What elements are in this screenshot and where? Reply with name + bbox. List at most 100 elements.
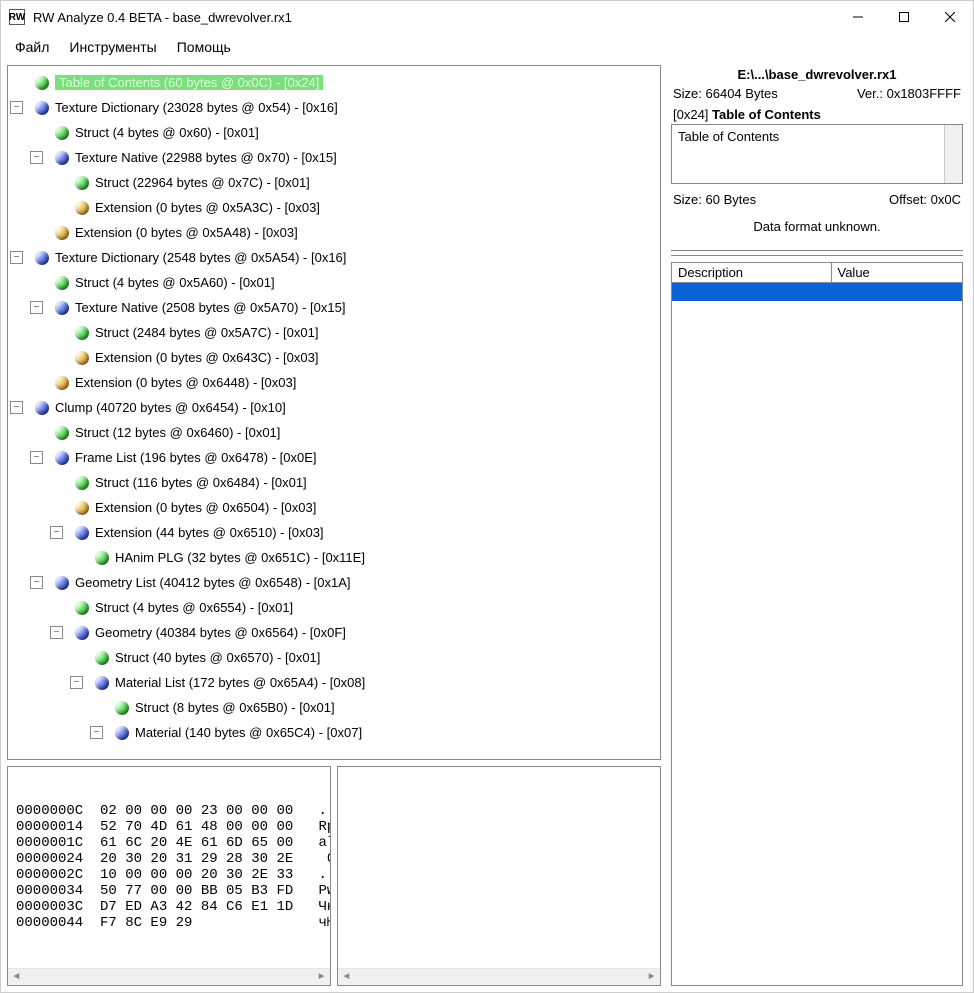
col-description[interactable]: Description [672,263,832,282]
table-header: Description Value [672,263,962,283]
tree-row[interactable]: Struct (8 bytes @ 0x65B0) - [0x01] [10,695,658,720]
collapse-icon[interactable]: − [30,301,43,314]
tree-expander-blank [30,126,43,139]
tree-row[interactable]: Struct (4 bytes @ 0x60) - [0x01] [10,120,658,145]
properties-table[interactable]: Description Value [671,262,963,986]
node-icon-blue [35,251,49,265]
node-label: HAnim PLG (32 bytes @ 0x651C) - [0x11E] [115,550,365,565]
node-label: Extension (44 bytes @ 0x6510) - [0x03] [95,525,324,540]
node-icon-blue [35,101,49,115]
collapse-icon[interactable]: − [10,101,23,114]
tree-row[interactable]: Extension (0 bytes @ 0x6504) - [0x03] [10,495,658,520]
node-icon-green [115,701,129,715]
section-size: Size: 60 Bytes [673,192,756,207]
tree-row[interactable]: Struct (2484 bytes @ 0x5A7C) - [0x01] [10,320,658,345]
node-label: Extension (0 bytes @ 0x6448) - [0x03] [75,375,296,390]
node-icon-blue [55,151,69,165]
tree-expander-blank [50,476,63,489]
tree-row[interactable]: Struct (4 bytes @ 0x6554) - [0x01] [10,595,658,620]
section-name-box[interactable]: Table of Contents [671,124,963,184]
tree-expander-blank [50,326,63,339]
hex-view-secondary[interactable]: ◄ ► [337,766,661,986]
file-version: Ver.: 0x1803FFFF [857,86,961,101]
scroll-left-icon[interactable]: ◄ [8,969,25,986]
scroll-left-icon[interactable]: ◄ [338,969,355,986]
node-icon-green [55,276,69,290]
file-size: Size: 66404 Bytes [673,86,778,101]
tree-row[interactable]: − Extension (44 bytes @ 0x6510) - [0x03] [10,520,658,545]
tree-expander-blank [70,551,83,564]
close-button[interactable] [927,1,973,33]
node-label: Struct (40 bytes @ 0x6570) - [0x01] [115,650,320,665]
menu-tools[interactable]: Инструменты [69,39,156,55]
collapse-icon[interactable]: − [90,726,103,739]
node-icon-gold [55,226,69,240]
menubar: Файл Инструменты Помощь [1,33,973,65]
tree-row[interactable]: −Clump (40720 bytes @ 0x6454) - [0x10] [10,395,658,420]
hex-scrollbar[interactable]: ◄ ► [8,968,330,985]
node-icon-blue [55,451,69,465]
collapse-icon[interactable]: − [10,401,23,414]
tree-row[interactable]: − Geometry (40384 bytes @ 0x6564) - [0x0F… [10,620,658,645]
tree-expander-blank [90,701,103,714]
scroll-right-icon[interactable]: ► [313,969,330,986]
collapse-icon[interactable]: − [30,451,43,464]
collapse-icon[interactable]: − [30,576,43,589]
collapse-icon[interactable]: − [30,151,43,164]
node-label: Struct (22964 bytes @ 0x7C) - [0x01] [95,175,310,190]
node-label: Texture Dictionary (2548 bytes @ 0x5A54)… [55,250,346,265]
tree-expander-blank [70,651,83,664]
details-panel: E:\...\base_dwrevolver.rx1 Size: 66404 B… [667,65,967,986]
collapse-icon[interactable]: − [50,626,63,639]
tree-row[interactable]: Extension (0 bytes @ 0x643C) - [0x03] [10,345,658,370]
node-icon-green [35,76,49,90]
hex-scrollbar-2[interactable]: ◄ ► [338,968,660,985]
node-label: Extension (0 bytes @ 0x5A3C) - [0x03] [95,200,320,215]
tree-row[interactable]: Struct (12 bytes @ 0x6460) - [0x01] [10,420,658,445]
tree-row[interactable]: Struct (22964 bytes @ 0x7C) - [0x01] [10,170,658,195]
tree-row[interactable]: Extension (0 bytes @ 0x5A3C) - [0x03] [10,195,658,220]
window-title: RW Analyze 0.4 BETA - base_dwrevolver.rx… [33,10,835,25]
tree-row[interactable]: −Material List (172 bytes @ 0x65A4) - [0… [10,670,658,695]
tree-row[interactable]: Struct (40 bytes @ 0x6570) - [0x01] [10,645,658,670]
node-label: Extension (0 bytes @ 0x6504) - [0x03] [95,500,316,515]
tree-expander-blank [30,226,43,239]
node-icon-green [55,426,69,440]
node-icon-green [75,326,89,340]
tree-row[interactable]: HAnim PLG (32 bytes @ 0x651C) - [0x11E] [10,545,658,570]
maximize-button[interactable] [881,1,927,33]
tree-view[interactable]: Table of Contents (60 bytes @ 0x0C) - [0… [8,66,660,759]
tree-row[interactable]: Struct (4 bytes @ 0x5A60) - [0x01] [10,270,658,295]
menu-file[interactable]: Файл [15,39,49,55]
node-icon-gold [75,201,89,215]
col-value[interactable]: Value [832,263,963,282]
collapse-icon[interactable]: − [50,526,63,539]
tree-row[interactable]: Struct (116 bytes @ 0x6484) - [0x01] [10,470,658,495]
tree-row[interactable]: −Texture Native (2508 bytes @ 0x5A70) - … [10,295,658,320]
tree-row[interactable]: − Texture Dictionary (2548 bytes @ 0x5A54… [10,245,658,270]
format-message: Data format unknown. [667,209,967,250]
titlebar: RW RW Analyze 0.4 BETA - base_dwrevolver… [1,1,973,33]
tree-row[interactable]: −Frame List (196 bytes @ 0x6478) - [0x0E… [10,445,658,470]
table-selected-row[interactable] [672,283,962,301]
tree-row[interactable]: Extension (0 bytes @ 0x5A48) - [0x03] [10,220,658,245]
file-path: E:\...\base_dwrevolver.rx1 [667,65,967,84]
tree-row[interactable]: Extension (0 bytes @ 0x6448) - [0x03] [10,370,658,395]
tree-row[interactable]: Table of Contents (60 bytes @ 0x0C) - [0… [10,70,658,95]
tree-row[interactable]: −Material (140 bytes @ 0x65C4) - [0x07] [10,720,658,745]
tree-row[interactable]: −Geometry List (40412 bytes @ 0x6548) - … [10,570,658,595]
tree-panel: Table of Contents (60 bytes @ 0x0C) - [0… [7,65,661,760]
hex-view[interactable]: 0000000C 02 00 00 00 23 00 00 00 ....#..… [7,766,331,986]
tree-row[interactable]: −Texture Native (22988 bytes @ 0x70) - [… [10,145,658,170]
tree-expander-blank [50,501,63,514]
node-label: Geometry (40384 bytes @ 0x6564) - [0x0F] [95,625,346,640]
tree-row[interactable]: −Texture Dictionary (23028 bytes @ 0x54)… [10,95,658,120]
node-icon-green [95,551,109,565]
collapse-icon[interactable]: − [70,676,83,689]
node-icon-gold [75,351,89,365]
section-offset: Offset: 0x0C [889,192,961,207]
scroll-right-icon[interactable]: ► [643,969,660,986]
collapse-icon[interactable]: − [10,251,23,264]
menu-help[interactable]: Помощь [177,39,231,55]
minimize-button[interactable] [835,1,881,33]
